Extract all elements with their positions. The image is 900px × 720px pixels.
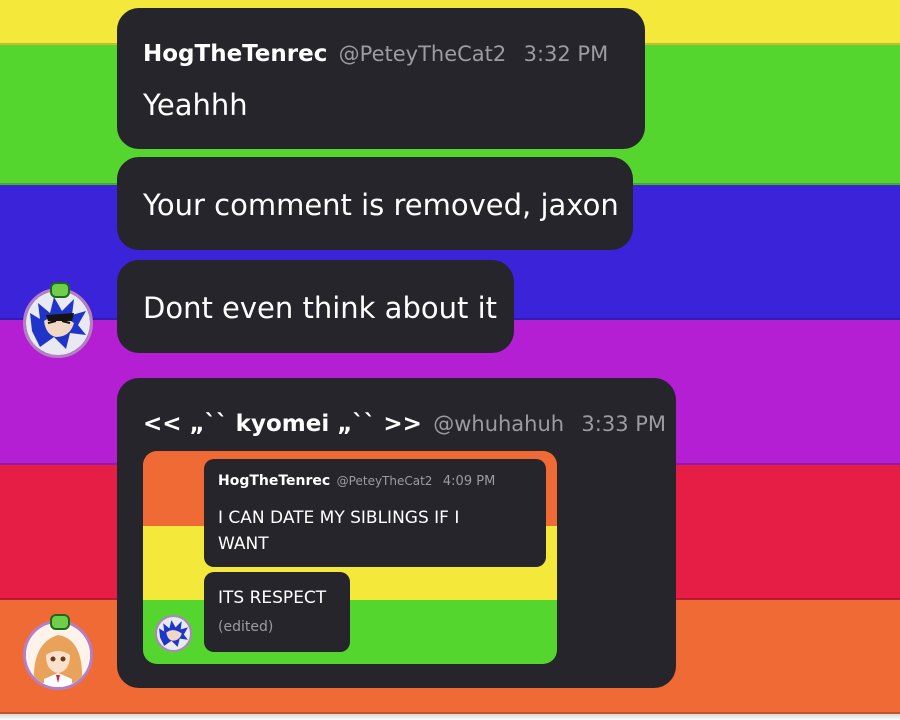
quoted-bubble-second: ITS RESPECT (edited) [204,572,350,652]
avatar-kyomei[interactable] [23,620,93,690]
username[interactable]: << „ˋˋ kyomei „ˋˋ >> [143,411,422,437]
message-header: HogTheTenrec @PeteyTheCat2 3:32 PM [143,41,608,67]
username[interactable]: HogTheTenrec [143,41,327,67]
timestamp: 3:32 PM [523,42,609,66]
avatar-badge-icon [50,282,70,298]
message-bubble[interactable]: Your comment is removed, jaxon [117,157,633,250]
quoted-handle: @PeteyTheCat2 [336,474,433,488]
message-header: << „ˋˋ kyomei „ˋˋ >> @whuhahuh 3:33 PM [143,411,666,437]
message-text: Dont even think about it [143,291,498,325]
message-text: Your comment is removed, jaxon [143,188,619,222]
quoted-header: HogTheTenrec @PeteyTheCat2 4:09 PM [218,473,495,489]
quoted-bubble: HogTheTenrec @PeteyTheCat2 4:09 PM I CAN… [204,459,546,567]
avatar-badge-icon [50,614,70,630]
quoted-time: 4:09 PM [442,474,496,489]
reply-message-bubble[interactable]: << „ˋˋ kyomei „ˋˋ >> @whuhahuh 3:33 PM H… [117,378,676,688]
avatar-hogthetenrec[interactable] [23,288,93,358]
message-bubble[interactable]: Dont even think about it [117,260,514,353]
quoted-avatar [155,615,192,652]
user-handle: @PeteyTheCat2 [338,42,507,66]
message-bubble[interactable]: HogTheTenrec @PeteyTheCat2 3:32 PM Yeahh… [117,8,645,149]
hedgehog-avatar-icon [157,617,190,650]
quoted-message-card[interactable]: HogTheTenrec @PeteyTheCat2 4:09 PM I CAN… [143,451,557,664]
quoted-username: HogTheTenrec [218,473,331,489]
anime-girl-avatar-icon [26,623,90,687]
edited-label: (edited) [218,619,274,635]
quoted-text: I CAN DATE MY SIBLINGS IF I WANT [218,508,460,554]
user-handle: @whuhahuh [433,412,565,436]
quoted-second-text: ITS RESPECT [218,588,327,608]
timestamp: 3:33 PM [581,412,667,436]
message-text: Yeahhh [143,88,248,122]
hedgehog-avatar-icon [26,291,90,355]
